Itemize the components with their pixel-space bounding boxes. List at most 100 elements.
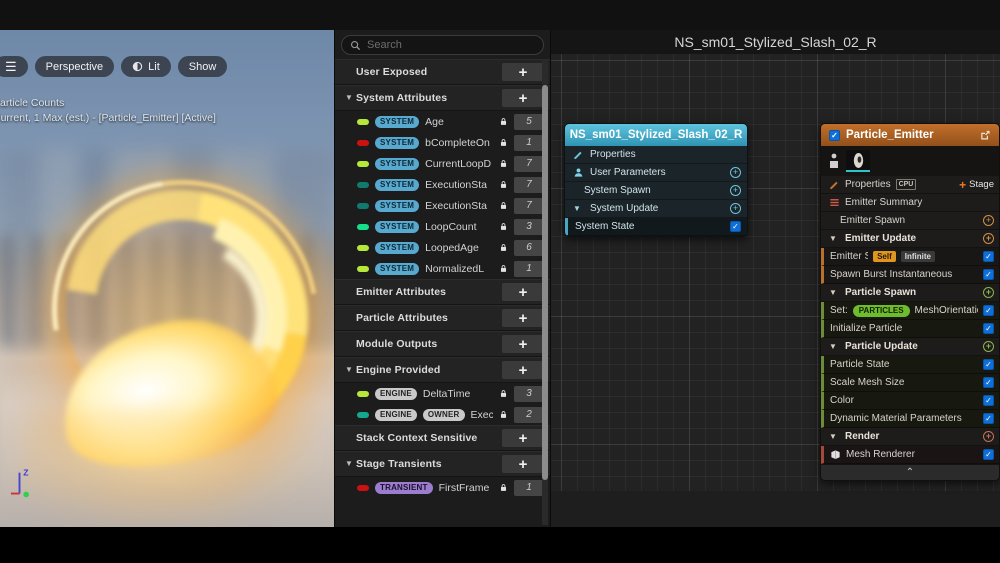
emitter-node-row[interactable]: Particle State ✓ (821, 356, 999, 374)
lit-button[interactable]: Lit (121, 56, 171, 77)
parameter-row[interactable]: ENGINE DeltaTime 3 (335, 383, 550, 404)
emitter-node-row[interactable]: Scale Mesh Size ✓ (821, 374, 999, 392)
caret-down-icon[interactable]: ▼ (345, 366, 356, 374)
emitter-node-row[interactable]: Initialize Particle ✓ (821, 320, 999, 338)
add-stage-button[interactable]: + Stage (959, 179, 994, 191)
parameter-section-header[interactable]: ▼Emitter Attributes+ (335, 279, 550, 305)
parameter-value[interactable]: 7 (514, 197, 544, 214)
parameter-section-header[interactable]: ▼ Engine Provided + (335, 357, 550, 383)
add-parameter-button[interactable]: + (502, 89, 544, 107)
enabled-checkbox[interactable]: ✓ (983, 359, 994, 370)
parameter-section-header[interactable]: ▼ System Attributes + (335, 85, 550, 111)
add-parameter-button[interactable]: + (502, 283, 544, 301)
graph-canvas[interactable]: SYST NS_sm01_Stylized_Slash_02_R Propert… (551, 54, 1000, 491)
parameter-value[interactable]: 5 (514, 113, 544, 130)
emitter-node-row[interactable]: Emitter Summary (821, 194, 999, 212)
caret-down-icon[interactable]: ▼ (345, 94, 356, 102)
add-module-button[interactable]: + (730, 203, 741, 214)
parameter-value[interactable]: 1 (514, 134, 544, 151)
parameter-section-header[interactable]: ▼User Exposed+ (335, 59, 550, 85)
emitter-enabled-checkbox[interactable]: ✓ (829, 129, 840, 141)
parameters-list[interactable]: ▼User Exposed+▼System Attributes+SYSTEMA… (335, 59, 550, 525)
show-button[interactable]: Show (177, 56, 228, 77)
add-module-button[interactable]: + (983, 287, 994, 298)
parameter-row[interactable]: SYSTEM ExecutionSta 7 (335, 174, 550, 195)
caret-down-icon[interactable]: ▼ (829, 432, 840, 441)
preview-viewport[interactable]: ☰ Perspective Lit Show Particle Counts C… (0, 30, 334, 527)
parameter-value[interactable]: 1 (514, 479, 544, 496)
parameter-value[interactable]: 1 (514, 260, 544, 277)
parameter-value[interactable]: 7 (514, 176, 544, 193)
enabled-checkbox[interactable]: ✓ (983, 305, 994, 316)
parameter-row[interactable]: SYSTEM bCompleteOn 1 (335, 132, 550, 153)
parameter-row[interactable]: SYSTEM NormalizedL 1 (335, 258, 550, 279)
enabled-checkbox[interactable]: ✓ (983, 251, 995, 262)
caret-down-icon[interactable]: ▼ (573, 204, 584, 213)
system-node-row[interactable]: System Spawn + (565, 182, 747, 200)
system-node-row[interactable]: Properties (565, 146, 747, 164)
add-module-button[interactable]: + (983, 341, 994, 352)
parameter-value[interactable]: 6 (514, 239, 544, 256)
add-parameter-button[interactable]: + (502, 335, 544, 353)
emitter-node-row[interactable]: ▼ Render + (821, 428, 999, 446)
parameter-row[interactable]: SYSTEM Age 5 (335, 111, 550, 132)
emitter-collapse-button[interactable]: ⌃ (821, 464, 999, 480)
emitter-node-row[interactable]: Spawn Burst Instantaneous ✓ (821, 266, 999, 284)
parameter-section-header[interactable]: ▼ Stage Transients + (335, 451, 550, 477)
caret-down-icon[interactable]: ▼ (829, 234, 840, 243)
parameter-value[interactable]: 2 (514, 406, 544, 423)
add-module-button[interactable]: + (983, 431, 994, 442)
parameter-row[interactable]: TRANSIENT FirstFrame 1 (335, 477, 550, 498)
enabled-checkbox[interactable]: ✓ (983, 377, 994, 388)
perspective-button[interactable]: Perspective (34, 56, 115, 77)
caret-down-icon[interactable]: ▼ (345, 460, 356, 468)
emitter-node-row[interactable]: ▼ Emitter Update + (821, 230, 999, 248)
emitter-node-row[interactable]: ▼ Particle Update + (821, 338, 999, 356)
parameter-row[interactable]: SYSTEM LoopCount 3 (335, 216, 550, 237)
enabled-checkbox[interactable]: ✓ (730, 221, 741, 232)
parameter-section-header[interactable]: ▼Particle Attributes+ (335, 305, 550, 331)
emitter-node-row[interactable]: Set: PARTICLES MeshOrientation ✓ (821, 302, 999, 320)
parameter-section-header[interactable]: ▼Stack Context Sensitive+ (335, 425, 550, 451)
parameter-row[interactable]: ENGINE OWNER Exec 2 (335, 404, 550, 425)
parameter-row[interactable]: SYSTEM LoopedAge 6 (335, 237, 550, 258)
add-parameter-button[interactable]: + (502, 455, 544, 473)
parameter-row[interactable]: SYSTEM CurrentLoopD 7 (335, 153, 550, 174)
add-module-button[interactable]: + (730, 185, 741, 196)
caret-down-icon[interactable]: ▼ (829, 288, 840, 297)
enabled-checkbox[interactable]: ✓ (983, 413, 994, 424)
parameter-value[interactable]: 3 (514, 218, 544, 235)
parent-emitter-icon[interactable] (828, 152, 840, 170)
enabled-checkbox[interactable]: ✓ (983, 269, 994, 280)
parameter-section-header[interactable]: ▼Module Outputs+ (335, 331, 550, 357)
emitter-node-row[interactable]: Mesh Renderer ✓ (821, 446, 999, 464)
search-bar[interactable] (341, 35, 544, 55)
parameter-row[interactable]: SYSTEM ExecutionSta 7 (335, 195, 550, 216)
system-node[interactable]: NS_sm01_Stylized_Slash_02_R Properties Us… (564, 123, 748, 237)
add-parameter-button[interactable]: + (502, 63, 544, 81)
emitter-node[interactable]: ✓ Particle_Emitter Properties CPU + Stag… (820, 123, 1000, 481)
open-in-new-icon[interactable] (979, 129, 991, 141)
enabled-checkbox[interactable]: ✓ (983, 449, 994, 460)
emitter-node-row[interactable]: Emitter Spawn + (821, 212, 999, 230)
emitter-thumbnail[interactable] (846, 150, 870, 172)
emitter-node-row[interactable]: Color ✓ (821, 392, 999, 410)
add-module-button[interactable]: + (730, 167, 741, 178)
parameters-scrollbar[interactable] (542, 85, 548, 480)
emitter-node-row[interactable]: ▼ Particle Spawn + (821, 284, 999, 302)
add-parameter-button[interactable]: + (502, 429, 544, 447)
add-parameter-button[interactable]: + (502, 309, 544, 327)
emitter-node-row[interactable]: Emitter State Self Infinite ✓ (821, 248, 999, 266)
parameter-value[interactable]: 3 (514, 385, 544, 402)
system-node-row[interactable]: System State ✓ (565, 218, 747, 236)
system-node-row[interactable]: ▼ System Update + (565, 200, 747, 218)
parameter-value[interactable]: 7 (514, 155, 544, 172)
emitter-node-row[interactable]: Dynamic Material Parameters ✓ (821, 410, 999, 428)
enabled-checkbox[interactable]: ✓ (983, 323, 994, 334)
add-module-button[interactable]: + (983, 233, 994, 244)
add-module-button[interactable]: + (983, 215, 994, 226)
viewport-menu-button[interactable]: ☰ (0, 56, 28, 77)
caret-down-icon[interactable]: ▼ (829, 342, 840, 351)
add-parameter-button[interactable]: + (502, 361, 544, 379)
enabled-checkbox[interactable]: ✓ (983, 395, 994, 406)
